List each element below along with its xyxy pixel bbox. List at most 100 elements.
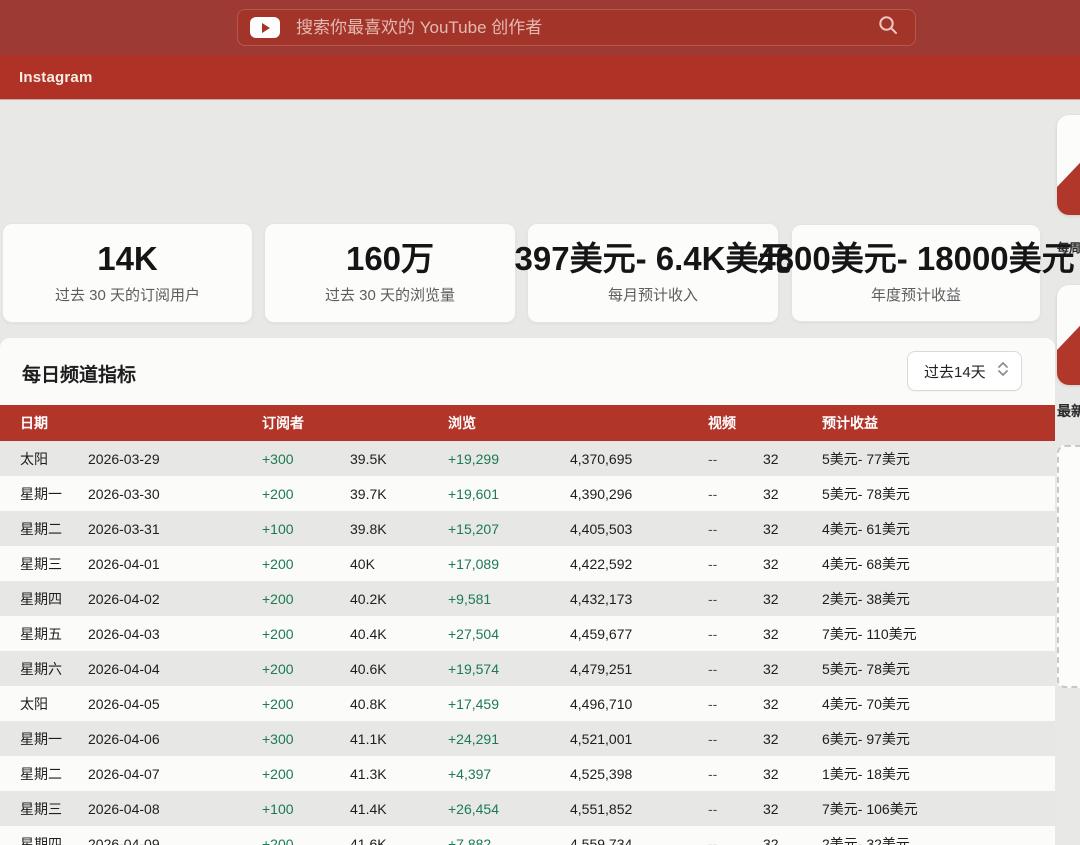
subscribers-change-cell: +200 — [262, 695, 294, 712]
date-cell: 星期二 2026-03-31 — [20, 520, 160, 537]
views-change-cell: +19,601 — [448, 485, 499, 502]
table-row[interactable]: 星期五 2026-04-03 +200 40.4K +27,504 4,459,6… — [0, 616, 1055, 651]
subscribers-total-cell: 40.8K — [350, 695, 387, 712]
yearly-income-value: 4800美元- 18000美元 — [757, 239, 1075, 277]
videos-total-cell: 32 — [763, 590, 779, 607]
views-total-cell: 4,479,251 — [570, 660, 633, 677]
search-input[interactable] — [296, 17, 877, 38]
views-change-cell: +19,574 — [448, 660, 499, 677]
latest-section-label: 最新 — [1057, 403, 1080, 419]
videos-total-cell: 32 — [763, 730, 779, 747]
placeholder-card — [1057, 445, 1080, 688]
views-total-cell: 4,496,710 — [570, 695, 633, 712]
views-total-cell: 4,390,296 — [570, 485, 633, 502]
videos-total-cell: 32 — [763, 485, 779, 502]
views-total-cell: 4,525,398 — [570, 765, 633, 782]
stats-row: 14K 过去 30 天的订阅用户 160万 过去 30 天的浏览量 397美元-… — [0, 223, 1080, 323]
subscribers-change-cell: +100 — [262, 800, 294, 817]
nav-item-instagram[interactable]: Instagram — [19, 69, 93, 86]
column-header-views[interactable]: 浏览 — [428, 413, 688, 433]
views-label: 过去 30 天的浏览量 — [324, 287, 456, 305]
subscribers-change-cell: +200 — [262, 590, 294, 607]
date-range-select[interactable]: 过去14天 — [907, 351, 1022, 391]
table-row[interactable]: 星期一 2026-04-06 +300 41.1K +24,291 4,521,0… — [0, 721, 1055, 756]
table-row[interactable]: 星期四 2026-04-09 +200 41.6K +7,882 4,559,73… — [0, 826, 1055, 845]
date-cell: 星期一 2026-04-06 — [20, 730, 160, 747]
videos-change-cell: -- — [708, 590, 718, 607]
table-row[interactable]: 太阳 2026-04-05 +200 40.8K +17,459 4,496,71… — [0, 686, 1055, 721]
subscribers-total-cell: 41.6K — [350, 835, 387, 845]
subscribers-total-cell: 39.8K — [350, 520, 387, 537]
earnings-cell: 4美元- 61美元 — [822, 520, 910, 537]
subscribers-total-cell: 39.5K — [350, 450, 387, 467]
subscribers-total-cell: 40K — [350, 555, 375, 572]
monthly-income-value: 397美元- 6.4K美元 — [514, 239, 792, 277]
red-graphic-icon — [1057, 147, 1080, 215]
videos-change-cell: -- — [708, 800, 718, 817]
subscribers-total-cell: 40.4K — [350, 625, 387, 642]
subscribers-change-cell: +200 — [262, 660, 294, 677]
secondary-nav-bar: Instagram — [0, 55, 1080, 100]
date-range-value: 过去14天 — [924, 363, 986, 381]
earnings-cell: 2美元- 38美元 — [822, 590, 910, 607]
views-change-cell: +27,504 — [448, 625, 499, 642]
views-change-cell: +17,459 — [448, 695, 499, 712]
table-row[interactable]: 星期三 2026-04-01 +200 40K +17,089 4,422,592… — [0, 546, 1055, 581]
earnings-cell: 5美元- 78美元 — [822, 660, 910, 677]
subscribers-total-cell: 41.4K — [350, 800, 387, 817]
column-header-earnings[interactable]: 预计收益 — [802, 413, 1055, 433]
videos-change-cell: -- — [708, 520, 718, 537]
views-change-cell: +9,581 — [448, 590, 492, 607]
table-row[interactable]: 星期一 2026-03-30 +200 39.7K +19,601 4,390,2… — [0, 476, 1055, 511]
subscribers-label: 过去 30 天的订阅用户 — [54, 287, 201, 305]
views-total-cell: 4,422,592 — [570, 555, 633, 572]
earnings-cell: 7美元- 106美元 — [822, 800, 918, 817]
subscribers-change-cell: +200 — [262, 555, 294, 572]
earnings-cell: 1美元- 18美元 — [822, 765, 910, 782]
videos-total-cell: 32 — [763, 660, 779, 677]
videos-total-cell: 32 — [763, 765, 779, 782]
earnings-cell: 5美元- 78美元 — [822, 485, 910, 502]
videos-total-cell: 32 — [763, 800, 779, 817]
top-header-bar — [0, 0, 1080, 55]
table-row[interactable]: 星期三 2026-04-08 +100 41.4K +26,454 4,551,8… — [0, 791, 1055, 826]
videos-total-cell: 32 — [763, 555, 779, 572]
subscribers-value: 14K — [97, 239, 158, 277]
views-total-cell: 4,459,677 — [570, 625, 633, 642]
date-cell: 太阳 2026-03-29 — [20, 450, 160, 467]
date-cell: 星期三 2026-04-08 — [20, 800, 160, 817]
column-header-subscribers[interactable]: 订阅者 — [242, 413, 428, 433]
videos-change-cell: -- — [708, 625, 718, 642]
videos-change-cell: -- — [708, 660, 718, 677]
views-change-cell: +15,207 — [448, 520, 499, 537]
table-row[interactable]: 太阳 2026-03-29 +300 39.5K +19,299 4,370,69… — [0, 441, 1055, 476]
videos-change-cell: -- — [708, 555, 718, 572]
views-change-cell: +17,089 — [448, 555, 499, 572]
table-row[interactable]: 星期二 2026-04-07 +200 41.3K +4,397 4,525,39… — [0, 756, 1055, 791]
search-icon[interactable] — [877, 14, 899, 41]
subscribers-change-cell: +200 — [262, 835, 294, 845]
videos-total-cell: 32 — [763, 835, 779, 845]
column-header-videos[interactable]: 视频 — [688, 413, 802, 433]
table-row[interactable]: 星期四 2026-04-02 +200 40.2K +9,581 4,432,17… — [0, 581, 1055, 616]
earnings-cell: 4美元- 70美元 — [822, 695, 910, 712]
date-cell: 星期四 2026-04-02 — [20, 590, 160, 607]
weekly-thumbnail-card[interactable] — [1057, 115, 1080, 215]
earnings-cell: 4美元- 68美元 — [822, 555, 910, 572]
views-total-cell: 4,370,695 — [570, 450, 633, 467]
panel-title: 每日频道指标 — [22, 365, 137, 386]
subscribers-total-cell: 41.1K — [350, 730, 387, 747]
date-cell: 星期四 2026-04-09 — [20, 835, 160, 845]
table-row[interactable]: 星期二 2026-03-31 +100 39.8K +15,207 4,405,5… — [0, 511, 1055, 546]
subscribers-change-cell: +200 — [262, 765, 294, 782]
date-cell: 星期六 2026-04-04 — [20, 660, 160, 677]
videos-total-cell: 32 — [763, 450, 779, 467]
videos-change-cell: -- — [708, 765, 718, 782]
date-cell: 星期二 2026-04-07 — [20, 765, 160, 782]
column-header-date[interactable]: 日期 — [0, 413, 242, 433]
subscribers-change-cell: +100 — [262, 520, 294, 537]
table-row[interactable]: 星期六 2026-04-04 +200 40.6K +19,574 4,479,2… — [0, 651, 1055, 686]
creator-search-bar[interactable] — [237, 9, 916, 46]
videos-change-cell: -- — [708, 730, 718, 747]
subscribers-change-cell: +200 — [262, 625, 294, 642]
